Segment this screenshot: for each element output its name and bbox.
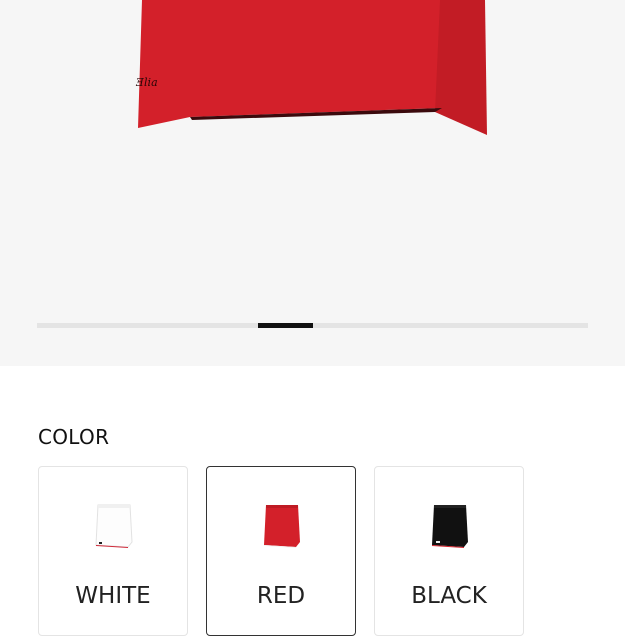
color-option-label: BLACK bbox=[411, 583, 487, 609]
color-option-black[interactable]: BLACK bbox=[374, 466, 524, 636]
white-skirt-thumbnail bbox=[95, 504, 133, 548]
color-option-white[interactable]: WHITE bbox=[38, 466, 188, 636]
red-skirt-thumbnail bbox=[264, 505, 300, 548]
color-option-label: WHITE bbox=[75, 583, 151, 609]
color-option-label: RED bbox=[256, 583, 306, 609]
product-image-gallery[interactable]: Ǝlia bbox=[0, 0, 625, 366]
black-skirt-thumbnail bbox=[432, 505, 468, 548]
gallery-pager-indicator[interactable] bbox=[258, 323, 313, 328]
color-option-red[interactable]: RED bbox=[206, 466, 356, 636]
color-section-title: COLOR bbox=[38, 425, 110, 449]
svg-text:Ǝlia: Ǝlia bbox=[135, 76, 158, 89]
product-image-skirt: Ǝlia bbox=[135, 0, 487, 135]
